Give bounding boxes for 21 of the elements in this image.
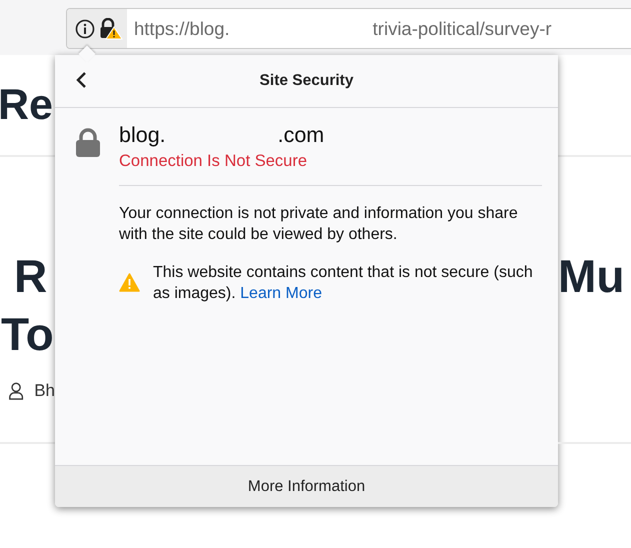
url-text: https://blog.	[134, 18, 230, 40]
url-text: trivia-political/survey-r	[372, 18, 552, 40]
panel-title: Site Security	[260, 72, 354, 90]
author-name: Bh	[34, 381, 55, 401]
info-icon[interactable]	[75, 16, 95, 40]
connection-status: Connection Is Not Secure	[119, 152, 308, 171]
site-domain: .com	[278, 123, 324, 148]
page-heading: Re	[0, 84, 53, 126]
connection-description: Your connection is not private and information you share with the site could be viewed by others.	[119, 204, 519, 245]
learn-more-link[interactable]: Learn More	[240, 285, 322, 302]
lock-icon	[75, 128, 101, 158]
more-information-button[interactable]: More Information	[55, 465, 558, 507]
warning-text: This website contains content that is not secure (such as images). Learn More	[153, 263, 534, 304]
page-heading: R	[14, 249, 48, 304]
person-icon	[8, 381, 24, 401]
back-icon[interactable]	[75, 71, 87, 89]
site-domain: blog.	[119, 123, 166, 148]
warning-icon	[119, 273, 140, 292]
page-heading: To	[1, 307, 54, 362]
lock-warning-icon[interactable]	[99, 16, 123, 40]
page-heading: Mu	[558, 249, 624, 304]
